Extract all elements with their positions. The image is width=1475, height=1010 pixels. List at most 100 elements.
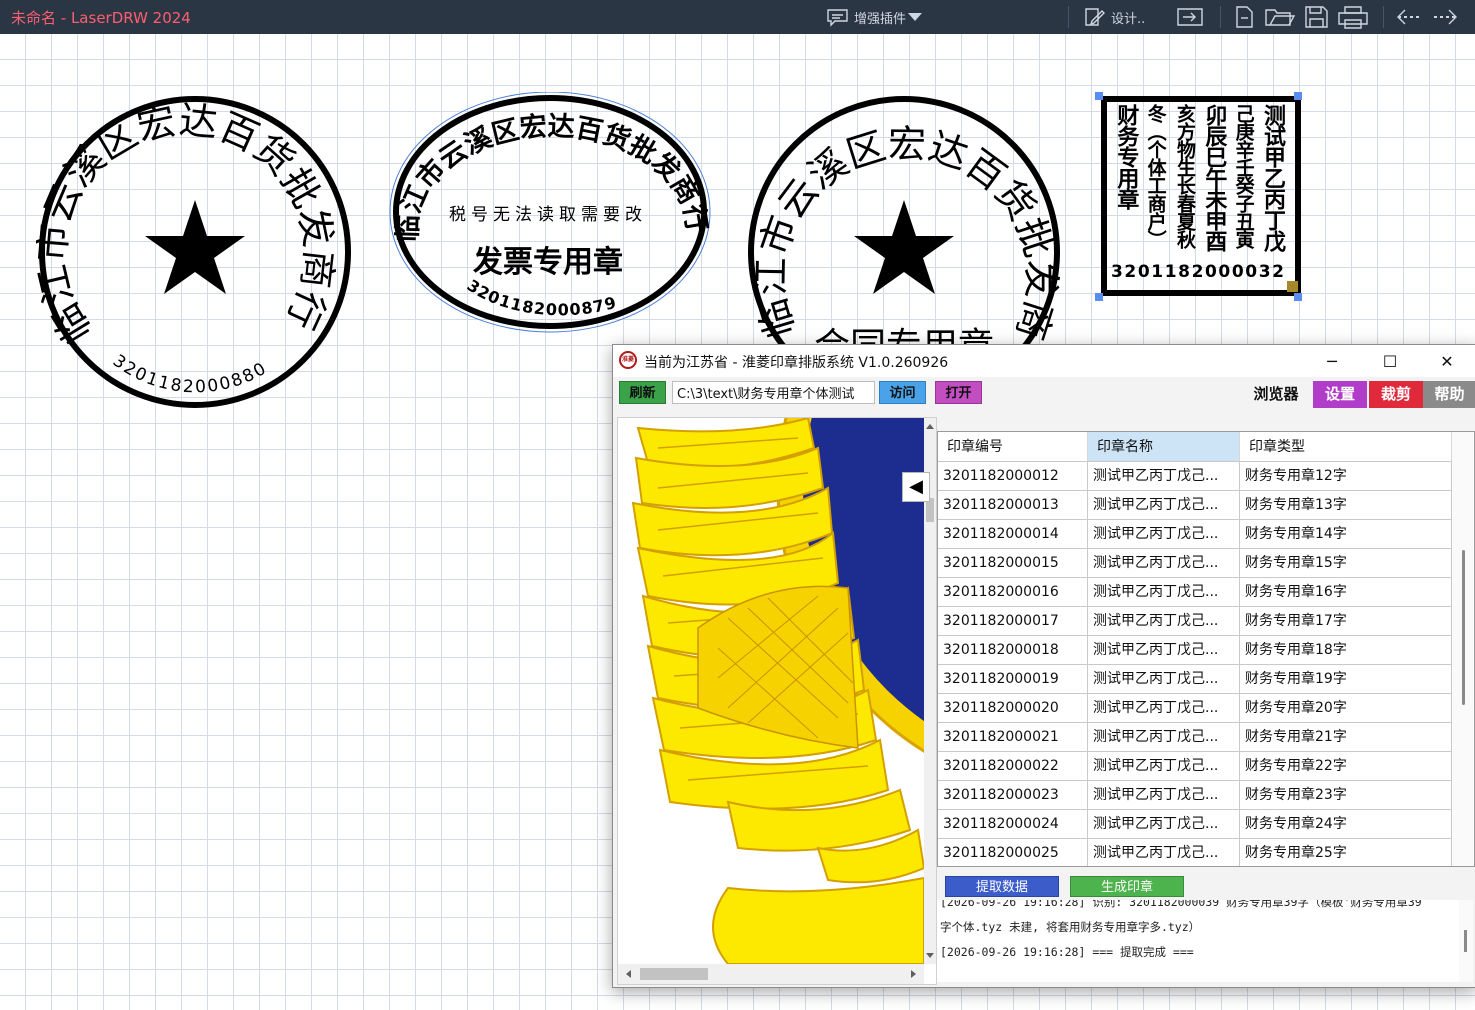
column-header-name[interactable]: 印章名称	[1088, 432, 1240, 462]
cell-seal-type: 财务专用章21字	[1240, 723, 1452, 752]
round-star-seal[interactable]: 临江市云溪区宏达百货批发商行 3201182000880	[36, 96, 356, 416]
selection-handle[interactable]	[1095, 92, 1103, 100]
selection-handle[interactable]	[1294, 92, 1302, 100]
maximize-button[interactable]: ☐	[1361, 345, 1419, 377]
path-input[interactable]	[672, 381, 875, 404]
separator	[1220, 6, 1221, 28]
cell-seal-name: 测试甲乙丙丁戊己...	[1088, 491, 1240, 520]
dotted-arrow-left-icon	[1397, 9, 1420, 25]
refresh-button[interactable]: 刷新	[619, 381, 666, 404]
extract-data-button[interactable]: 提取数据	[945, 876, 1059, 897]
collapse-panel-button[interactable]: ◀	[902, 472, 930, 502]
export-button[interactable]	[1176, 4, 1204, 30]
column-header-type[interactable]: 印章类型	[1240, 432, 1452, 462]
star-icon	[145, 200, 245, 294]
cell-seal-name: 测试甲乙丙丁戊己...	[1088, 636, 1240, 665]
arrow-left-button[interactable]	[1395, 4, 1423, 30]
table-vertical-scrollbar[interactable]	[1452, 432, 1474, 866]
table-row[interactable]: 3201182000024 测试甲乙丙丁戊己... 财务专用章24字	[938, 810, 1452, 839]
tab-crop[interactable]: 裁剪	[1369, 381, 1423, 408]
selection-handle[interactable]	[1294, 293, 1302, 301]
seal-tax-text: 税号无法读取需要改	[449, 205, 647, 225]
seal-text-column: 己庚辛壬癸子丑寅	[1232, 104, 1255, 248]
scroll-thumb[interactable]	[1462, 550, 1465, 705]
print-button[interactable]	[1337, 4, 1369, 30]
table-row[interactable]: 3201182000021 测试甲乙丙丁戊己... 财务专用章21字	[938, 723, 1452, 752]
design-button[interactable]: 设计..	[1083, 4, 1145, 30]
log-line: [2026-09-26 19:16:28] === 提取完成 ===	[940, 945, 1194, 959]
cell-seal-type: 财务专用章24字	[1240, 810, 1452, 839]
cell-seal-name: 测试甲乙丙丁戊己...	[1088, 665, 1240, 694]
close-button[interactable]: ✕	[1418, 345, 1475, 377]
selection-handle[interactable]	[1095, 293, 1103, 301]
seal-text-column: 冬（个体工商户）	[1144, 104, 1167, 248]
minimize-button[interactable]: ─	[1303, 345, 1361, 377]
column-header-number[interactable]: 印章编号	[938, 432, 1088, 462]
cell-seal-number: 3201182000016	[938, 578, 1088, 607]
arrow-right-button[interactable]	[1431, 4, 1459, 30]
new-file-button[interactable]	[1233, 4, 1255, 30]
scroll-left-icon	[626, 970, 631, 978]
printer-icon	[1338, 6, 1368, 29]
table-row[interactable]: 3201182000015 测试甲乙丙丁戊己... 财务专用章15字	[938, 549, 1452, 578]
cell-seal-number: 3201182000020	[938, 694, 1088, 723]
seal-layout-dialog: 淮菱 当前为江苏省 - 淮菱印章排版系统 V1.0.260926 ─ ☐ ✕ 刷…	[612, 344, 1475, 988]
preview-horizontal-scrollbar[interactable]	[618, 964, 924, 984]
title-bar: 未命名 - LaserDRW 2024 增强插件 设计..	[0, 0, 1475, 34]
tab-help[interactable]: 帮助	[1423, 381, 1475, 408]
edit-icon	[1085, 8, 1105, 26]
square-finance-seal[interactable]: 测试甲乙丙丁戊 己庚辛壬癸子丑寅 卯辰巳午未申酉 亥方物生长春夏秋 冬（个体工商户） 财务…	[1093, 90, 1308, 303]
table-row[interactable]: 3201182000013 测试甲乙丙丁戊己... 财务专用章13字	[938, 491, 1452, 520]
cell-seal-number: 3201182000023	[938, 781, 1088, 810]
tab-browser[interactable]: 浏览器	[1241, 381, 1311, 408]
rotate-handle[interactable]	[1287, 281, 1298, 292]
visit-button[interactable]: 访问	[879, 381, 926, 404]
plugin-menu[interactable]: 增强插件	[826, 4, 924, 30]
scroll-thumb[interactable]	[1464, 930, 1467, 952]
table-row[interactable]: 3201182000012 测试甲乙丙丁戊己... 财务专用章12字	[938, 462, 1452, 491]
oval-invoice-seal[interactable]: 临江市云溪区宏达百货批发商行 税号无法读取需要改 发票专用章 320118200…	[388, 92, 714, 338]
separator	[1383, 6, 1384, 28]
round-contract-seal[interactable]: 临江市云溪区宏达百货批发商行 合同专用章	[746, 96, 1066, 366]
table-row[interactable]: 3201182000020 测试甲乙丙丁戊己... 财务专用章20字	[938, 694, 1452, 723]
svg-text:3201182000879: 3201182000879	[464, 276, 619, 320]
table-row[interactable]: 3201182000017 测试甲乙丙丁戊己... 财务专用章17字	[938, 607, 1452, 636]
cell-seal-name: 测试甲乙丙丁戊己...	[1088, 694, 1240, 723]
table-row[interactable]: 3201182000014 测试甲乙丙丁戊己... 财务专用章14字	[938, 520, 1452, 549]
table-row[interactable]: 3201182000022 测试甲乙丙丁戊己... 财务专用章22字	[938, 752, 1452, 781]
table-row[interactable]: 3201182000023 测试甲乙丙丁戊己... 财务专用章23字	[938, 781, 1452, 810]
cell-seal-type: 财务专用章23字	[1240, 781, 1452, 810]
chevron-down-icon	[908, 13, 923, 21]
table-row[interactable]: 3201182000025 测试甲乙丙丁戊己... 财务专用章25字	[938, 839, 1452, 866]
cell-seal-number: 3201182000015	[938, 549, 1088, 578]
dotted-arrow-right-icon	[1434, 9, 1457, 25]
seal-number: 3201182000879	[464, 276, 618, 320]
table-row[interactable]: 3201182000016 测试甲乙丙丁戊己... 财务专用章16字	[938, 578, 1452, 607]
log-scrollbar[interactable]	[1459, 900, 1473, 982]
cell-seal-type: 财务专用章12字	[1240, 462, 1452, 491]
open-button[interactable]: 打开	[935, 381, 982, 404]
seal-text-column: 亥方物生长春夏秋	[1173, 104, 1196, 248]
table-row[interactable]: 3201182000019 测试甲乙丙丁戊己... 财务专用章19字	[938, 665, 1452, 694]
save-icon	[1305, 6, 1328, 28]
open-file-button[interactable]	[1264, 4, 1296, 30]
scroll-thumb[interactable]	[640, 968, 708, 980]
cell-seal-type: 财务专用章25字	[1240, 839, 1452, 866]
generate-seal-button[interactable]: 生成印章	[1070, 876, 1184, 897]
export-icon	[1177, 8, 1203, 26]
cell-seal-number: 3201182000019	[938, 665, 1088, 694]
cell-seal-type: 财务专用章14字	[1240, 520, 1452, 549]
cell-seal-type: 财务专用章20字	[1240, 694, 1452, 723]
tab-settings[interactable]: 设置	[1313, 381, 1367, 408]
log-panel: [2026-09-26 19:16:28] 识别: 3201182000039 …	[937, 900, 1473, 982]
save-button[interactable]	[1303, 4, 1329, 30]
emblem-preview-image	[618, 418, 936, 965]
log-line: [2026-09-26 19:16:28] 识别: 3201182000039 …	[940, 900, 1422, 909]
cell-seal-number: 3201182000024	[938, 810, 1088, 839]
table-row[interactable]: 3201182000018 测试甲乙丙丁戊己... 财务专用章18字	[938, 636, 1452, 665]
dialog-titlebar[interactable]: 淮菱 当前为江苏省 - 淮菱印章排版系统 V1.0.260926 ─ ☐ ✕	[613, 345, 1475, 377]
cell-seal-type: 财务专用章17字	[1240, 607, 1452, 636]
scroll-right-icon	[911, 970, 916, 978]
seal-text-column: 财务专用章	[1113, 104, 1139, 209]
cell-seal-number: 3201182000018	[938, 636, 1088, 665]
